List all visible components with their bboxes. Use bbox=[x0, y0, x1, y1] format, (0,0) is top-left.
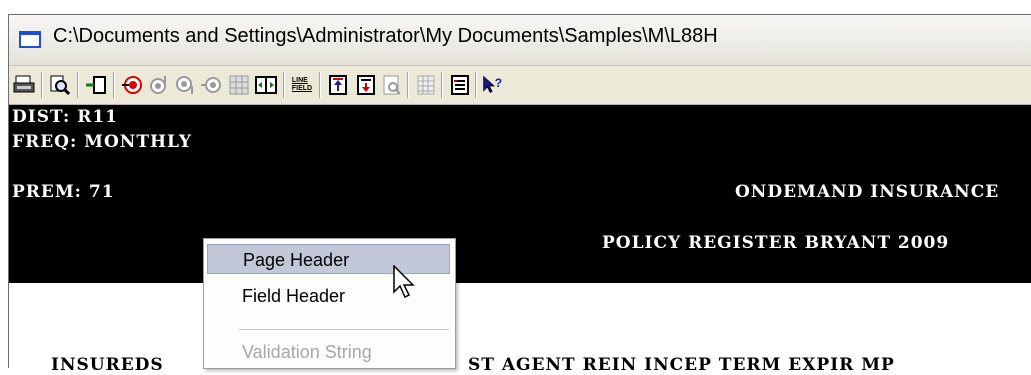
toolbar-separator bbox=[441, 72, 443, 98]
print-icon[interactable] bbox=[13, 74, 35, 96]
column-header-insureds: INSUREDS bbox=[51, 355, 164, 375]
toolbar-separator bbox=[407, 72, 409, 98]
page-header-icon[interactable] bbox=[355, 74, 377, 96]
line-field-icon[interactable]: LINE FIELD bbox=[291, 74, 313, 96]
columns-icon[interactable] bbox=[415, 74, 437, 96]
window-icon bbox=[19, 31, 41, 48]
split-icon[interactable] bbox=[255, 74, 277, 96]
report-line-dist: DIST: R11 bbox=[12, 107, 118, 127]
target-red-icon[interactable] bbox=[121, 74, 143, 96]
target-left-icon[interactable] bbox=[200, 74, 222, 96]
column-headers-right: ST AGENT REIN INCEP TERM EXPIR MP bbox=[468, 355, 895, 375]
menu-separator bbox=[239, 329, 449, 330]
list-icon[interactable] bbox=[449, 74, 471, 96]
target-up-icon[interactable] bbox=[148, 74, 170, 96]
insert-icon[interactable] bbox=[85, 74, 107, 96]
context-menu: Page Header Field Header Validation Stri… bbox=[203, 238, 456, 369]
menu-item-validation-string: Validation String bbox=[242, 342, 372, 362]
title-bar[interactable]: C:\Documents and Settings\Administrator\… bbox=[9, 15, 1031, 66]
page-find-icon[interactable] bbox=[381, 74, 403, 96]
toolbar-separator bbox=[319, 72, 321, 98]
toolbar-separator bbox=[283, 72, 285, 98]
toolbar: LINE FIELD ? bbox=[9, 66, 1031, 105]
report-viewer-window: C:\Documents and Settings\Administrator\… bbox=[8, 14, 1031, 375]
toolbar-separator bbox=[113, 72, 115, 98]
toolbar-separator bbox=[41, 72, 43, 98]
report-line-register: POLICY REGISTER BRYANT 2009 bbox=[602, 233, 950, 253]
target-down-icon[interactable] bbox=[174, 74, 196, 96]
mouse-pointer-icon bbox=[393, 264, 415, 303]
toolbar-separator bbox=[475, 72, 477, 98]
page-top-icon[interactable] bbox=[327, 74, 349, 96]
toolbar-separator bbox=[77, 72, 79, 98]
preview-icon[interactable] bbox=[49, 74, 71, 96]
report-display[interactable]: DIST: R11 FREQ: MONTHLY PREM: 71 ONDEMAN… bbox=[9, 105, 1031, 283]
svg-text:?: ? bbox=[495, 76, 502, 90]
report-line-prem: PREM: 71 bbox=[12, 182, 115, 202]
grid-icon[interactable] bbox=[228, 74, 250, 96]
help-cursor-icon[interactable]: ? bbox=[481, 74, 503, 96]
report-line-company: ONDEMAND INSURANCE bbox=[735, 182, 1000, 202]
window-title: C:\Documents and Settings\Administrator\… bbox=[53, 25, 718, 47]
report-line-freq: FREQ: MONTHLY bbox=[12, 132, 193, 152]
